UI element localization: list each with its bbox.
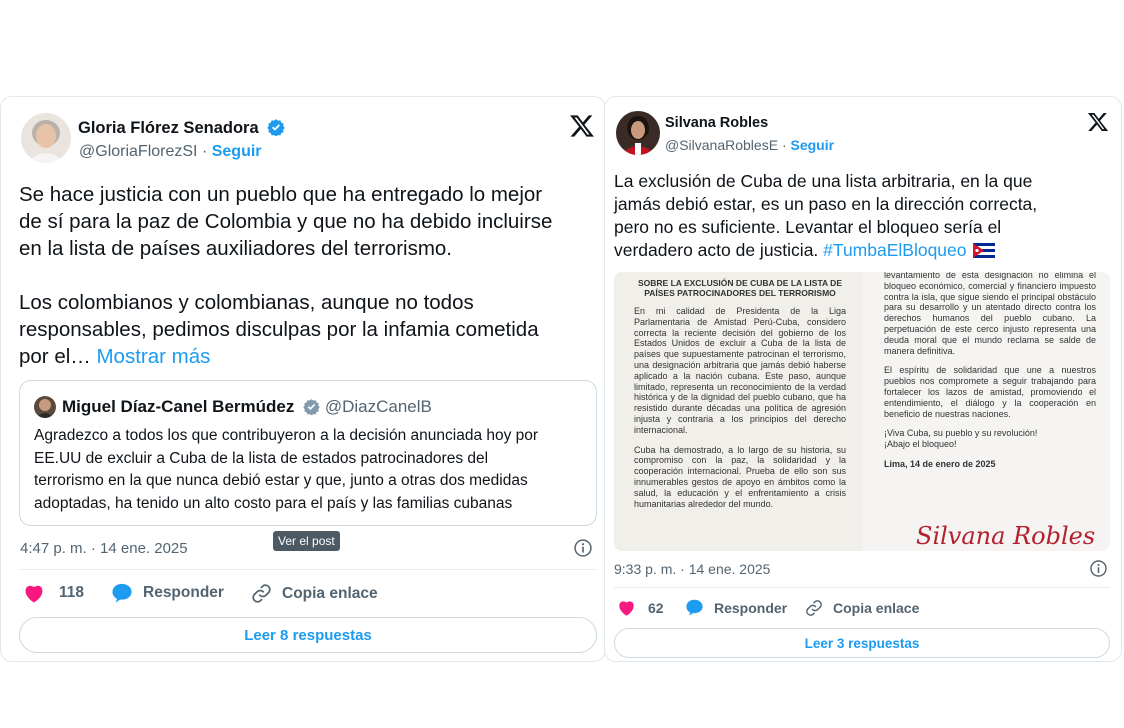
document-title: SOBRE LA EXCLUSIÓN DE CUBA DE LA LISTA D… xyxy=(637,278,842,298)
reply-bubble-icon xyxy=(686,599,703,616)
like-count: 62 xyxy=(648,599,664,616)
x-logo-icon[interactable] xyxy=(1087,111,1109,133)
post-line: Se hace justicia con un pueblo que ha en… xyxy=(19,183,543,206)
copy-link-label: Copia enlace xyxy=(833,600,920,616)
gray-verified-badge-icon xyxy=(303,399,320,415)
quote-author-row: Miguel Díaz-Canel Bermúdez @DiazCanelB xyxy=(62,397,432,417)
handle-row: @SilvanaRoblesE · Seguir xyxy=(665,137,834,153)
quote-line: terrorismo en la que nunca debió estar y… xyxy=(34,472,528,489)
follow-button[interactable]: Seguir xyxy=(212,143,262,160)
quote-avatar xyxy=(34,396,56,418)
post-line: de sí para la paz de Colombia y que no h… xyxy=(19,210,553,233)
reply-button[interactable]: Responder xyxy=(685,599,787,616)
post-line: en la lista de países auxiliadores del t… xyxy=(19,237,452,260)
document-paragraph: levantamiento de esta designación no eli… xyxy=(884,272,1096,356)
hashtag-link[interactable]: #TumbaElBloqueo xyxy=(823,240,966,260)
document-closing: ¡Viva Cuba, su pueblo y su revolución! ¡… xyxy=(884,428,1038,450)
divider xyxy=(19,569,597,570)
document-left-column: SOBRE LA EXCLUSIÓN DE CUBA DE LA LISTA D… xyxy=(634,278,846,518)
post-line: jamás debió estar, es un paso en la dire… xyxy=(614,194,1038,214)
timestamp[interactable]: 9:33 p. m. · 14 ene. 2025 xyxy=(614,561,770,577)
post-card-gloria: Gloria Flórez Senadora @GloriaFlorezSI ·… xyxy=(0,96,606,662)
like-button[interactable]: 118 xyxy=(23,583,84,603)
follow-button[interactable]: Seguir xyxy=(791,137,835,153)
document-image[interactable]: SOBRE LA EXCLUSIÓN DE CUBA DE LA LISTA D… xyxy=(614,272,1110,551)
post-text: verdadero acto de justicia. xyxy=(614,240,819,260)
quote-author-name: Miguel Díaz-Canel Bermúdez xyxy=(62,397,295,416)
like-count: 118 xyxy=(59,584,85,601)
post-line: pero no es suficiente. Levantar el bloqu… xyxy=(614,217,1002,237)
document-paragraph: Cuba ha demostrado, a lo largo de su his… xyxy=(634,444,846,509)
avatar[interactable] xyxy=(21,113,71,163)
link-icon xyxy=(252,584,271,603)
separator: · xyxy=(781,137,787,153)
read-replies-button[interactable]: Leer 3 respuestas xyxy=(614,628,1110,658)
author-name[interactable]: Silvana Robles xyxy=(665,115,768,131)
post-line: responsables, pedimos disculpas por la i… xyxy=(19,318,539,341)
post-line-blank xyxy=(19,262,599,289)
like-button[interactable]: 62 xyxy=(617,599,664,616)
divider xyxy=(614,587,1110,588)
handle[interactable]: @GloriaFlorezSI xyxy=(79,143,198,160)
handle[interactable]: @SilvanaRoblesE xyxy=(665,137,778,153)
separator: · xyxy=(201,143,208,160)
post-line: Los colombianos y colombianas, aunque no… xyxy=(19,291,474,314)
quote-line: adoptadas, ha tenido un alto costo para … xyxy=(34,494,513,512)
read-replies-button[interactable]: Leer 8 respuestas xyxy=(19,617,597,653)
reply-bubble-icon xyxy=(112,583,132,603)
heart-icon xyxy=(619,601,634,616)
post-text-truncated: por el… xyxy=(19,345,91,368)
copy-link-button[interactable]: Copia enlace xyxy=(805,599,919,617)
post-body: Se hace justicia con un pueblo que ha en… xyxy=(19,181,599,370)
quoted-post[interactable]: Miguel Díaz-Canel Bermúdez @DiazCanelB A… xyxy=(19,380,597,526)
signature: Silvana Robles xyxy=(916,522,1096,550)
quote-text: Agradezco a todos los que contribuyeron … xyxy=(34,425,590,515)
document-right-column: levantamiento de esta designación no eli… xyxy=(884,272,1096,479)
quote-line: EE.UU de excluir a Cuba de la lista de e… xyxy=(34,449,489,467)
info-icon[interactable] xyxy=(573,538,593,558)
post-line: La exclusión de Cuba de una lista arbitr… xyxy=(614,171,1033,191)
info-icon[interactable] xyxy=(1089,559,1108,578)
handle-row: @GloriaFlorezSI · Seguir xyxy=(79,143,262,161)
document-paragraph: En mi calidad de Presidenta de la Liga P… xyxy=(634,306,846,435)
x-logo-icon[interactable] xyxy=(569,113,595,139)
post-line-last: verdadero acto de justicia. #TumbaElBloq… xyxy=(614,239,1114,262)
author-name-text[interactable]: Gloria Flórez Senadora xyxy=(78,119,259,137)
avatar[interactable] xyxy=(616,111,660,155)
show-more-link[interactable]: Mostrar más xyxy=(96,345,210,368)
copy-link-button[interactable]: Copia enlace xyxy=(251,583,378,604)
link-icon xyxy=(806,600,822,616)
timestamp[interactable]: 4:47 p. m. · 14 ene. 2025 xyxy=(20,540,188,557)
heart-icon xyxy=(25,585,43,603)
reply-label: Responder xyxy=(143,584,224,601)
post-card-silvana: Silvana Robles @SilvanaRoblesE · Seguir … xyxy=(604,96,1122,662)
post-body: La exclusión de Cuba de una lista arbitr… xyxy=(614,170,1114,262)
cuba-flag-icon xyxy=(973,243,996,258)
reply-button[interactable]: Responder xyxy=(111,583,224,603)
quote-line: Agradezco a todos los que contribuyeron … xyxy=(34,427,539,444)
document-date: Lima, 14 de enero de 2025 xyxy=(884,458,996,469)
quote-handle: @DiazCanelB xyxy=(324,397,432,416)
tooltip: Ver el post xyxy=(273,531,340,551)
author-name[interactable]: Gloria Flórez Senadora xyxy=(78,118,285,138)
verified-badge-icon xyxy=(267,119,285,136)
document-paragraph: El espíritu de solidaridad que une a nue… xyxy=(884,365,1096,419)
reply-label: Responder xyxy=(714,599,788,616)
post-line-last: por el… Mostrar más xyxy=(19,343,599,370)
copy-link-label: Copia enlace xyxy=(282,584,378,602)
